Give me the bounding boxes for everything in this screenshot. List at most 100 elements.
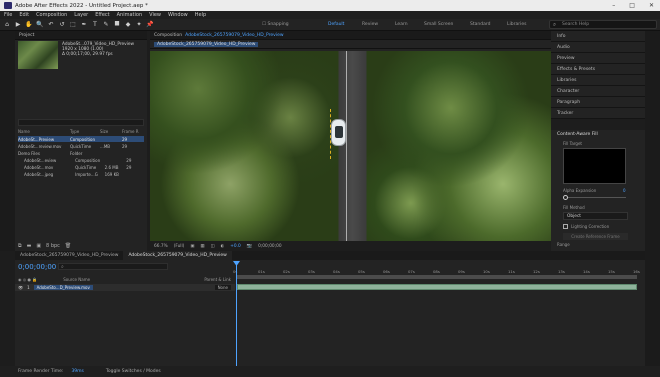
timeline-tab-2[interactable]: AdobeStock_265759079_Video_HD_Preview [123,251,232,260]
orbit-tool-icon[interactable]: ↶ [47,21,55,29]
col-name[interactable]: Name [18,129,70,135]
project-thumbnail [18,41,58,69]
new-folder-icon[interactable]: ▬ [27,243,32,249]
zoom-tool-icon[interactable]: 🔍 [36,21,44,29]
mask-visibility-icon[interactable]: ◫ [210,244,214,249]
workspace-review[interactable]: Review [362,22,378,27]
toggle-switches-modes[interactable]: Toggle Switches / Modes [106,369,161,374]
item-fr: 29 [126,164,132,170]
snapshot-icon[interactable]: 📷 [247,244,252,249]
menu-file[interactable]: File [4,12,12,18]
workspace-libraries[interactable]: Libraries [507,22,526,27]
menu-composition[interactable]: Composition [36,12,67,18]
panel-paragraph[interactable]: Paragraph [551,97,645,108]
eraser-tool-icon[interactable]: ◆ [124,21,132,29]
new-composition-icon[interactable]: ▣ [36,243,41,249]
panel-info[interactable]: Info [551,31,645,42]
list-item[interactable]: AdobeSt...Preview Composition 29 [18,136,144,142]
minimize-button[interactable]: – [612,2,615,9]
panel-tracker[interactable]: Tracker [551,108,645,119]
time-ruler[interactable]: 0s01s02s03s04s05s06s07s08s09s10s11s12s13… [233,261,641,275]
table-row[interactable]: 👁 1 AdobeSto...D_Preview.mov None [15,284,235,291]
selection-tool-icon[interactable]: ▶ [14,21,22,29]
list-item[interactable]: Demo Files Folder [18,150,144,156]
timeline-tab-1[interactable]: AdobeStock_265759079_Video_HD_Preview [15,253,123,258]
region-of-interest-icon[interactable]: ▣ [190,244,194,249]
panel-character[interactable]: Character [551,86,645,97]
parent-dropdown[interactable]: None [214,285,231,290]
item-name: AdobeSt...mov [24,164,54,170]
col-size[interactable]: Size [100,129,122,135]
list-item[interactable]: AdobeSt...mov QuickTime 2.6 MB 29 [18,164,144,170]
playhead-line[interactable] [236,261,237,367]
layer-name[interactable]: AdobeSto...D_Preview.mov [33,285,93,290]
menu-layer[interactable]: Layer [74,12,88,18]
panel-audio[interactable]: Audio [551,42,645,53]
trash-icon[interactable]: 🗑 [65,243,71,249]
home-icon[interactable]: ⌂ [3,21,11,29]
transparency-grid-icon[interactable]: ▦ [200,244,204,249]
timeline-search-input[interactable]: ⌕ [58,263,168,270]
alpha-expansion-knob[interactable] [563,195,568,200]
roto-brush-icon[interactable]: ✦ [135,21,143,29]
resolution-dropdown[interactable]: (Full) [174,244,185,249]
brush-tool-icon[interactable]: ✎ [102,21,110,29]
exposure-value[interactable]: +0.0 [230,244,240,249]
list-item[interactable]: AdobeSt...review.mov QuickTime ...MB 29 [18,143,144,149]
work-area-bar[interactable] [237,275,637,279]
layer-duration-bar[interactable] [237,284,637,290]
stamp-tool-icon[interactable]: ⯀ [113,21,121,29]
create-reference-frame-button[interactable]: Create Reference Frame [563,233,628,240]
puppet-pin-icon[interactable]: 📌 [146,21,154,29]
hand-tool-icon[interactable]: ✋ [25,21,33,29]
interpret-footage-icon[interactable]: ⧉ [18,243,22,249]
col-parent-link[interactable]: Parent & Link [204,277,231,282]
panel-preview[interactable]: Preview [551,53,645,64]
panel-libraries[interactable]: Libraries [551,75,645,86]
viewer-timecode[interactable]: 0;00;00;00 [258,244,281,249]
pen-tool-icon[interactable]: ✒ [80,21,88,29]
rotation-tool-icon[interactable]: ↺ [58,21,66,29]
eye-icon[interactable]: 👁 [18,285,23,290]
workspace-learn[interactable]: Learn [395,22,408,27]
zoom-dropdown[interactable]: 66.7% [154,244,168,249]
menu-window[interactable]: Window [168,12,188,18]
composition-tab[interactable]: Composition AdobeStock_265759079_Video_H… [150,31,551,40]
range-label: Range [557,242,570,247]
item-type: Composition [70,136,95,142]
type-tool-icon[interactable]: T [91,21,99,29]
workspace-snapping[interactable]: ☐ Snapping [262,22,289,27]
menu-edit[interactable]: Edit [19,12,29,18]
channel-icon[interactable]: ◐ [221,244,225,249]
shape-tool-icon[interactable]: ⬚ [69,21,77,29]
project-search-input[interactable] [18,119,144,126]
workspace-standard[interactable]: Standard [470,22,490,27]
close-button[interactable]: ✕ [649,2,654,9]
maximize-button[interactable]: □ [629,2,635,9]
project-tab[interactable]: Project [15,31,147,40]
panel-effects-presets[interactable]: Effects & Presets [551,64,645,75]
col-frame-rate[interactable]: Frame R [122,129,140,135]
col-source-name[interactable]: Source Name [63,277,90,282]
alpha-expansion-value[interactable]: 0 [623,188,626,193]
menu-help[interactable]: Help [195,12,206,18]
timeline-timecode[interactable]: 0;00;00;00 [18,263,56,271]
breadcrumb-item[interactable]: AdobeStock_265759079_Video_HD_Preview [154,41,259,47]
bpc-label[interactable]: 8 bpc [46,243,60,249]
lighting-correction-checkbox[interactable] [563,224,568,229]
workspace-small-screen[interactable]: Small Screen [424,22,453,27]
menu-view[interactable]: View [149,12,161,18]
layer-column-headers: ◉ ◎ ● 🔒 Source Name Parent & Link [15,276,235,283]
alpha-expansion-slider[interactable] [563,197,626,198]
menu-animation[interactable]: Animation [117,12,143,18]
col-type[interactable]: Type [70,129,100,135]
composition-viewer[interactable] [150,51,551,241]
item-name: AdobeSt...review.mov [18,143,62,149]
menu-effect[interactable]: Effect [95,12,109,18]
fill-method-dropdown[interactable]: Object [563,212,628,220]
ruler-tick-label: 10s [483,269,490,274]
list-item[interactable]: AdobeSt...jpeg Importe...G 169 KB [18,171,144,177]
list-item[interactable]: AdobeSt...eview Composition 29 [18,157,144,163]
search-help-input[interactable]: ⌕ Search Help [549,20,657,29]
workspace-default[interactable]: Default [328,22,344,27]
